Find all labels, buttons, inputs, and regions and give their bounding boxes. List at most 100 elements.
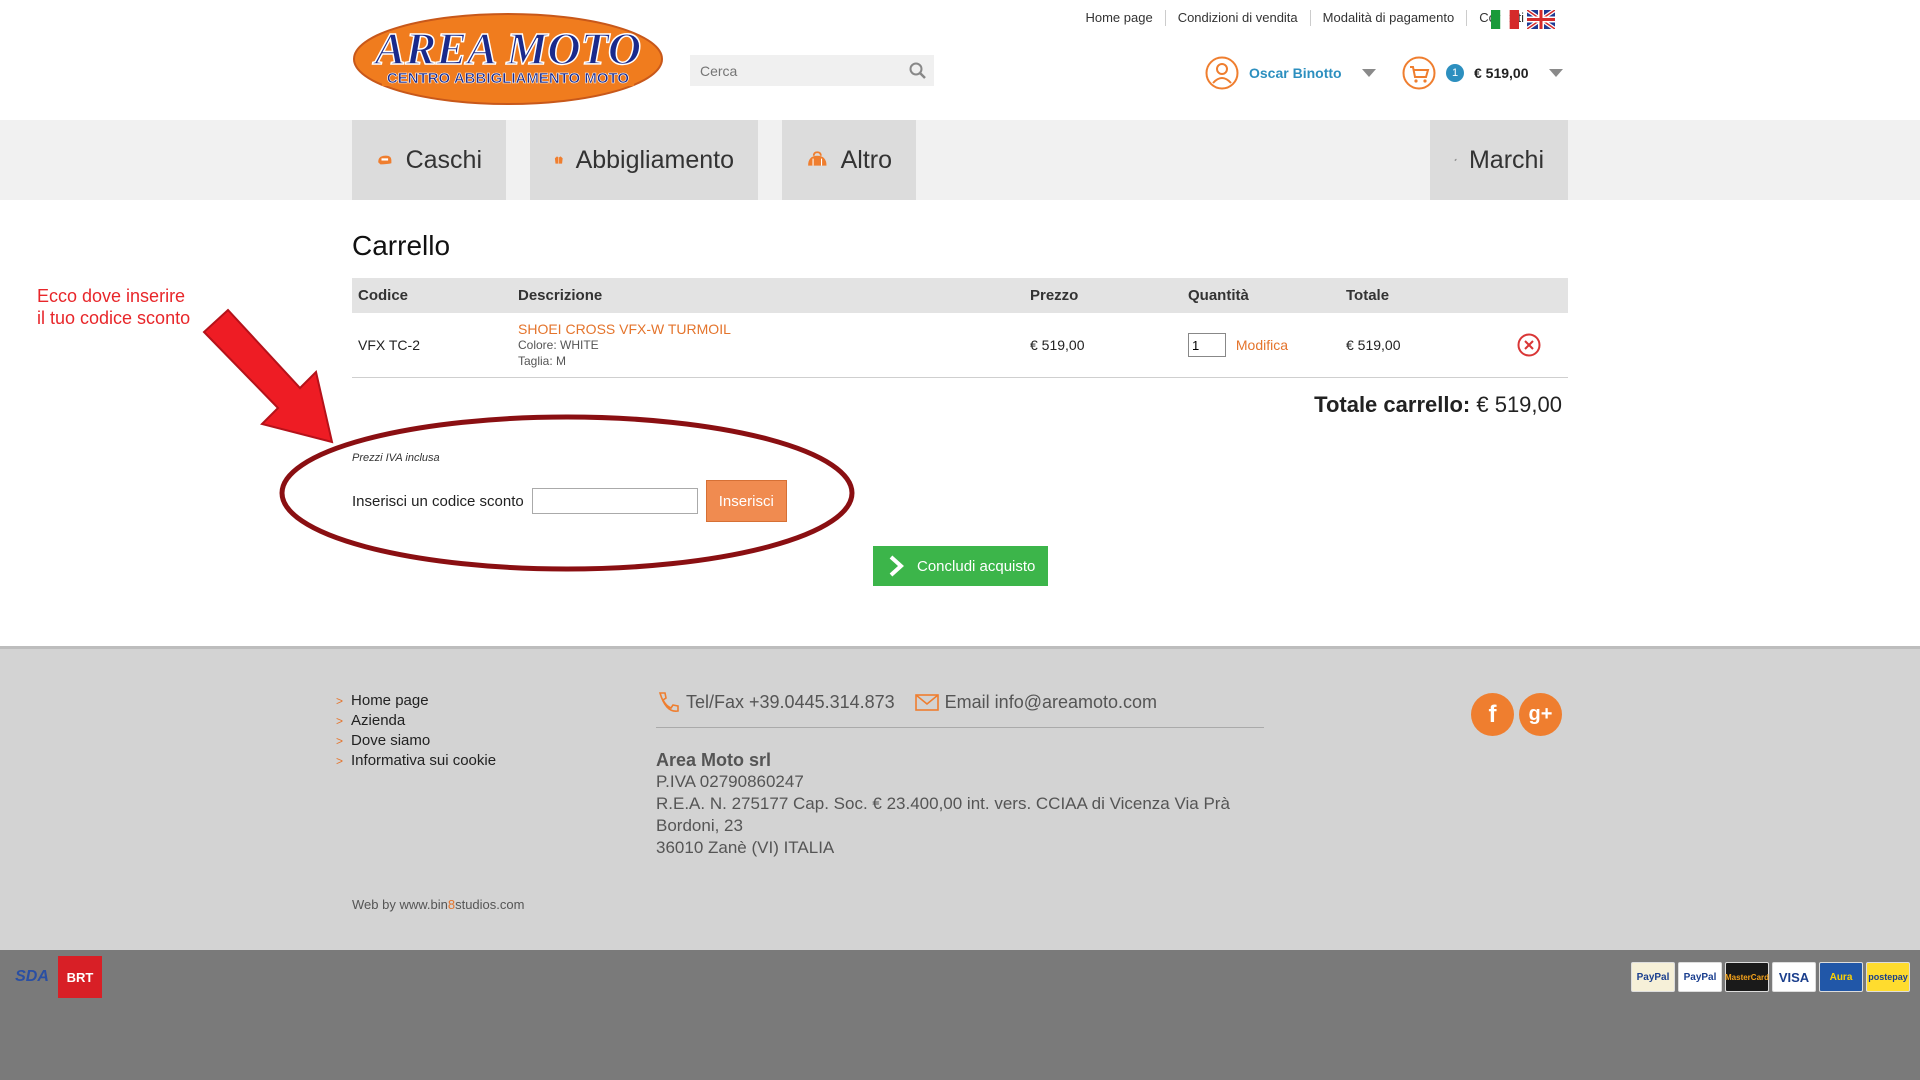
company-vat: P.IVA 02790860247 [656, 772, 804, 791]
column-header-remove [1490, 278, 1568, 313]
topnav-home[interactable]: Home page [1073, 10, 1166, 26]
modify-quantity-link[interactable]: Modifica [1236, 337, 1288, 353]
annotation-line-1: Ecco dove inserire [37, 286, 186, 306]
user-icon [1205, 56, 1239, 90]
category-caschi[interactable]: Caschi [352, 120, 506, 200]
product-size: Taglia: M [518, 354, 567, 368]
site-header: AREA MOTO CENTRO ABBIGLIAMENTO MOTO Home… [0, 0, 1920, 120]
footer-link-where[interactable]: > Dove siamo [336, 731, 496, 751]
phone-icon [658, 692, 679, 712]
footer-link-company[interactable]: > Azienda [336, 711, 496, 731]
mini-cart[interactable]: 1 € 519,00 [1402, 56, 1563, 90]
top-navigation: Home page Condizioni di vendita Modalità… [1073, 10, 1536, 26]
company-rea: R.E.A. N. 275177 Cap. Soc. € 23.400,00 i… [656, 794, 1230, 835]
jacket-icon [554, 156, 563, 164]
column-header-description: Descrizione [512, 278, 1024, 313]
coupon-form: Inserisci un codice sconto Inserisci [352, 480, 787, 522]
product-link[interactable]: SHOEI CROSS VFX-W TURMOIL [518, 321, 731, 337]
company-name: Area Moto srl [656, 750, 772, 770]
search-icon[interactable] [908, 61, 928, 81]
category-label: Abbigliamento [575, 145, 734, 174]
email-contact[interactable]: Email info@areamoto.com [914, 691, 1157, 713]
company-info: Area Moto srl P.IVA 02790860247 R.E.A. N… [656, 749, 1264, 859]
google-plus-icon[interactable]: g+ [1519, 693, 1562, 736]
uk-flag-icon[interactable] [1527, 10, 1555, 29]
tag-icon [1454, 158, 1457, 162]
cart-total-label: Totale carrello: [1314, 392, 1471, 417]
footer-link-home[interactable]: > Home page [336, 691, 496, 711]
chevron-right-icon: > [336, 694, 344, 708]
topnav-payment[interactable]: Modalità di pagamento [1311, 10, 1468, 26]
email-text[interactable]: Email info@areamoto.com [945, 692, 1157, 713]
column-header-total: Totale [1340, 278, 1490, 313]
language-switcher [1491, 10, 1555, 29]
company-address: 36010 Zanè (VI) ITALIA [656, 838, 835, 857]
coupon-label: Inserisci un codice sconto [352, 492, 524, 510]
quantity-cell: Modifica [1182, 313, 1340, 378]
category-bar: Caschi Abbigliamento Altro Marchi [0, 120, 1920, 200]
contact-row: Tel/Fax +39.0445.314.873 Email info@area… [656, 691, 1264, 728]
logo-title: AREA MOTO [372, 23, 641, 74]
product-code: VFX TC-2 [352, 313, 512, 378]
helmet-icon [378, 155, 392, 165]
cart-table: Codice Descrizione Prezzo Quantità Total… [352, 278, 1568, 378]
phone-contact: Tel/Fax +39.0445.314.873 [656, 691, 895, 713]
cart-total-value: € 519,00 [1476, 392, 1562, 417]
category-label: Altro [840, 145, 892, 174]
vat-note: Prezzi IVA inclusa [352, 452, 440, 464]
column-header-quantity: Quantità [1182, 278, 1340, 313]
chevron-right-icon: > [336, 734, 344, 748]
sda-logo: SDA [15, 968, 49, 985]
envelope-icon [914, 694, 939, 711]
coupon-submit-button[interactable]: Inserisci [705, 480, 787, 522]
topnav-conditions[interactable]: Condizioni di vendita [1166, 10, 1311, 26]
chevron-right-icon: > [336, 754, 344, 768]
facebook-icon[interactable]: f [1471, 693, 1514, 736]
search-input[interactable] [690, 55, 900, 86]
user-menu[interactable]: Oscar Binotto [1205, 56, 1376, 90]
footer-links: > Home page > Azienda > Dove siamo > Informa… [336, 691, 496, 771]
brt-logo: BRT [58, 956, 102, 998]
annotation-line-2: il tuo codice sconto [37, 308, 191, 328]
footer-link-cookies[interactable]: > Informativa sui cookie [336, 751, 496, 771]
category-altro[interactable]: Altro [782, 120, 916, 200]
chevron-right-icon: > [336, 714, 344, 728]
page-title: Carrello [352, 230, 451, 261]
category-marchi[interactable]: Marchi [1430, 120, 1568, 200]
checkout-label: Concludi acquisto [917, 557, 1036, 575]
italian-flag-icon[interactable] [1491, 10, 1519, 29]
product-description: SHOEI CROSS VFX-W TURMOIL Colore: WHITE … [512, 313, 1024, 378]
remove-item-icon[interactable] [1516, 332, 1542, 358]
chevron-down-icon[interactable] [1361, 69, 1376, 77]
annotation-arrow-icon [202, 308, 334, 444]
postepay-icon: postepay [1866, 962, 1910, 992]
mini-cart-total: € 519,00 [1474, 65, 1529, 81]
category-abbigliamento[interactable]: Abbigliamento [530, 120, 758, 200]
product-color: Colore: WHITE [518, 338, 599, 352]
paypal-icon: PayPal [1631, 962, 1675, 992]
column-header-code: Codice [352, 278, 512, 313]
chevron-right-icon [889, 555, 904, 577]
user-name[interactable]: Oscar Binotto [1249, 65, 1342, 81]
visa-icon: VISA [1772, 962, 1816, 992]
bottom-bar: SDA BRT PayPal PayPal MasterCard VISA Au… [0, 950, 1920, 1080]
phone-text: Tel/Fax +39.0445.314.873 [686, 691, 895, 712]
checkout-button[interactable]: Concludi acquisto [873, 546, 1048, 586]
bag-icon [808, 151, 827, 166]
search-box [690, 55, 934, 86]
web-credit[interactable]: Web by www.bin8studios.com [352, 897, 524, 912]
cart-icon [1402, 56, 1436, 90]
table-row: VFX TC-2 SHOEI CROSS VFX-W TURMOIL Color… [352, 313, 1568, 378]
chevron-down-icon[interactable] [1548, 69, 1563, 77]
social-links: f g+ [1471, 693, 1562, 736]
cart-count-badge: 1 [1446, 64, 1464, 82]
table-header-row: Codice Descrizione Prezzo Quantità Total… [352, 278, 1568, 313]
quantity-input[interactable] [1188, 333, 1226, 357]
coupon-input[interactable] [531, 488, 698, 514]
mastercard-icon: MasterCard [1725, 962, 1769, 992]
aura-icon: Aura [1819, 962, 1863, 992]
annotation-text: Ecco dove inserire il tuo codice sconto [37, 285, 190, 329]
remove-cell [1490, 313, 1568, 378]
area-moto-logo[interactable]: AREA MOTO CENTRO ABBIGLIAMENTO MOTO [352, 12, 664, 106]
column-header-price: Prezzo [1024, 278, 1182, 313]
